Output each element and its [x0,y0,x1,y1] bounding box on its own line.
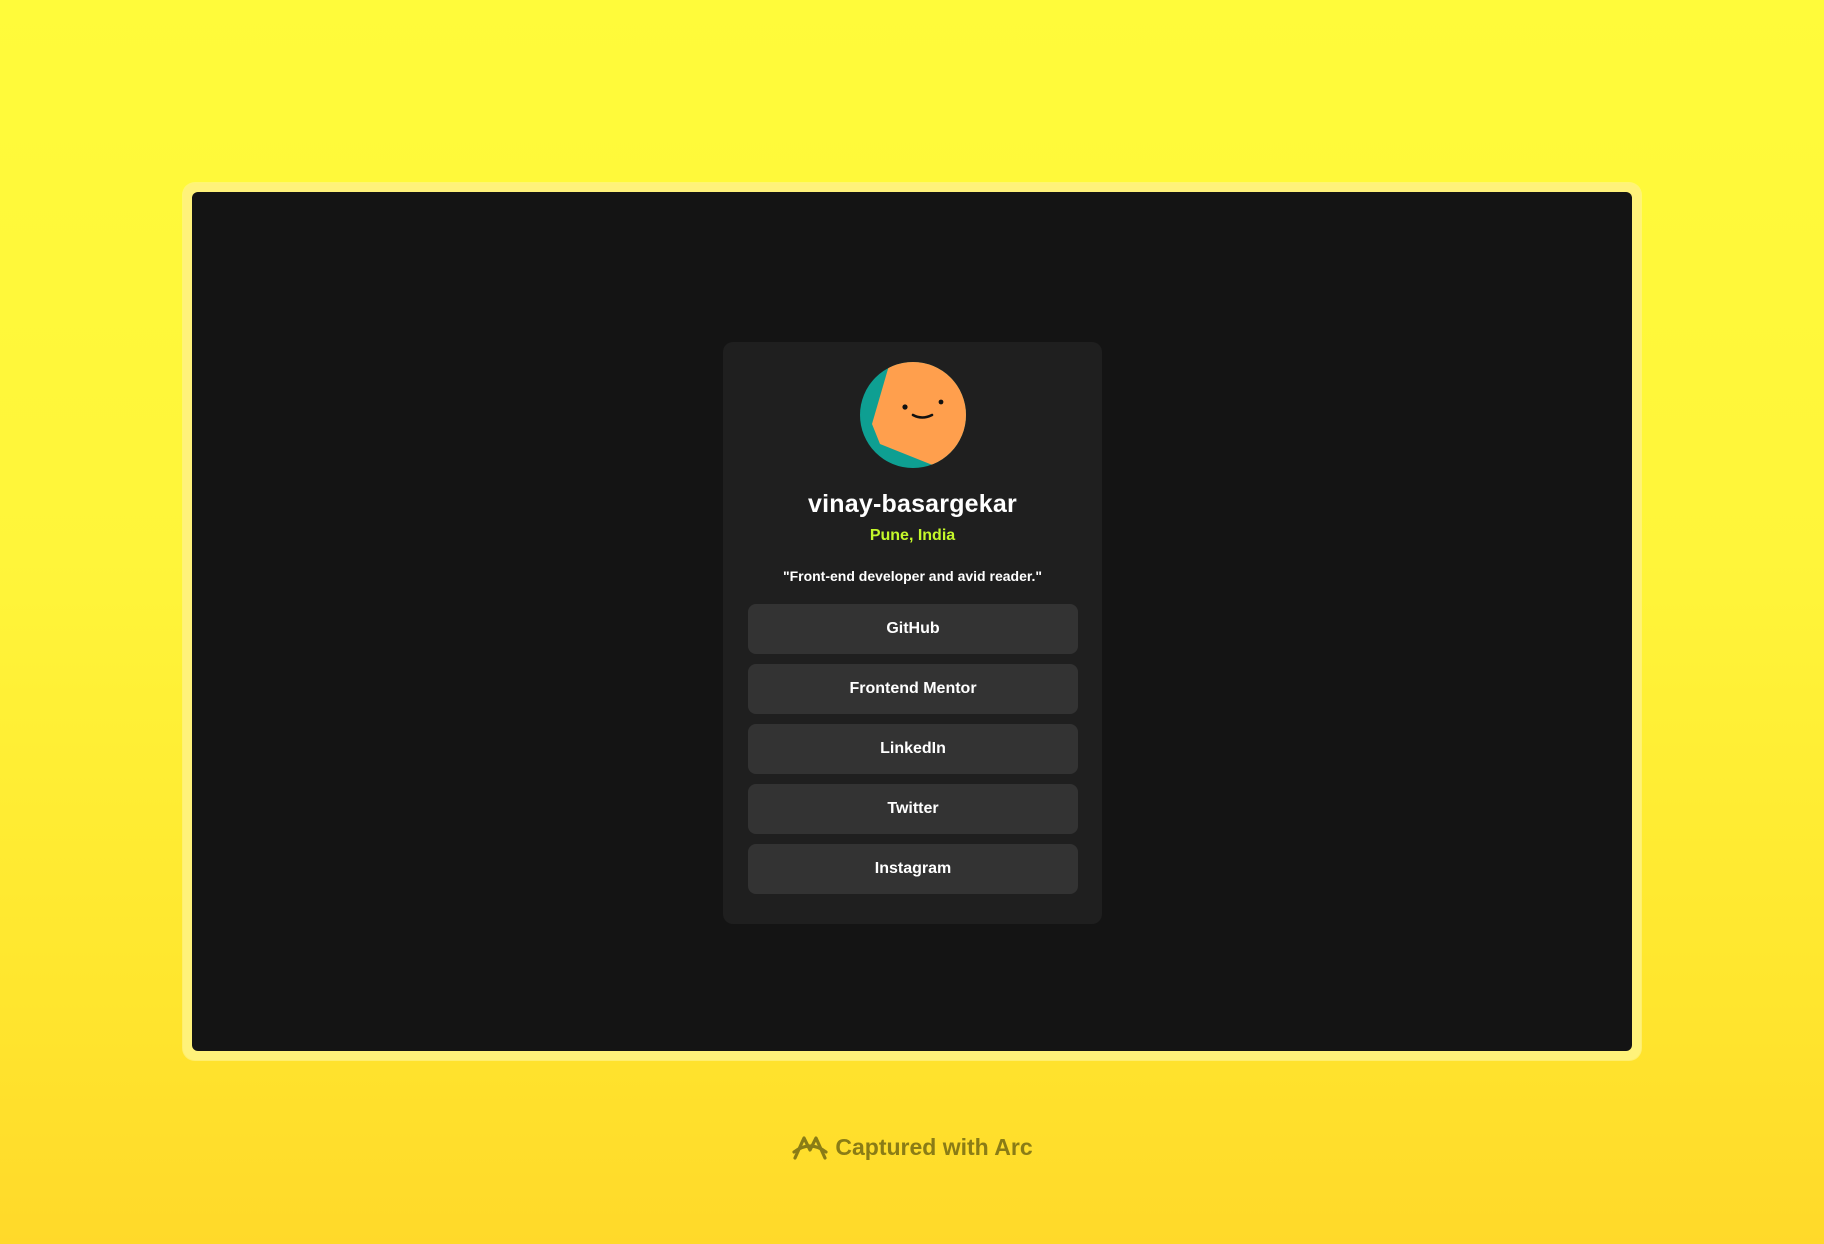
browser-window-frame: vinay-basargekar Pune, India "Front-end … [183,183,1641,1060]
instagram-link-button[interactable]: Instagram [748,844,1078,894]
arc-logo-icon [792,1136,828,1160]
frontend-mentor-link-button[interactable]: Frontend Mentor [748,664,1078,714]
profile-name: vinay-basargekar [808,490,1017,518]
social-links-list: GitHub Frontend Mentor LinkedIn Twitter … [748,604,1078,904]
linkedin-link-button[interactable]: LinkedIn [748,724,1078,774]
profile-location: Pune, India [869,527,956,544]
profile-bio: "Front-end developer and avid reader." [782,568,1043,584]
github-link-button[interactable]: GitHub [748,604,1078,654]
twitter-link-button[interactable]: Twitter [748,784,1078,834]
avatar [860,362,966,468]
profile-card: vinay-basargekar Pune, India "Front-end … [723,342,1102,924]
capture-footer-text: Captured with Arc [835,1133,1033,1160]
smiley-avatar-icon [860,362,966,468]
page-viewport: vinay-basargekar Pune, India "Front-end … [192,192,1632,1051]
capture-footer: Captured with Arc [0,1130,1824,1164]
